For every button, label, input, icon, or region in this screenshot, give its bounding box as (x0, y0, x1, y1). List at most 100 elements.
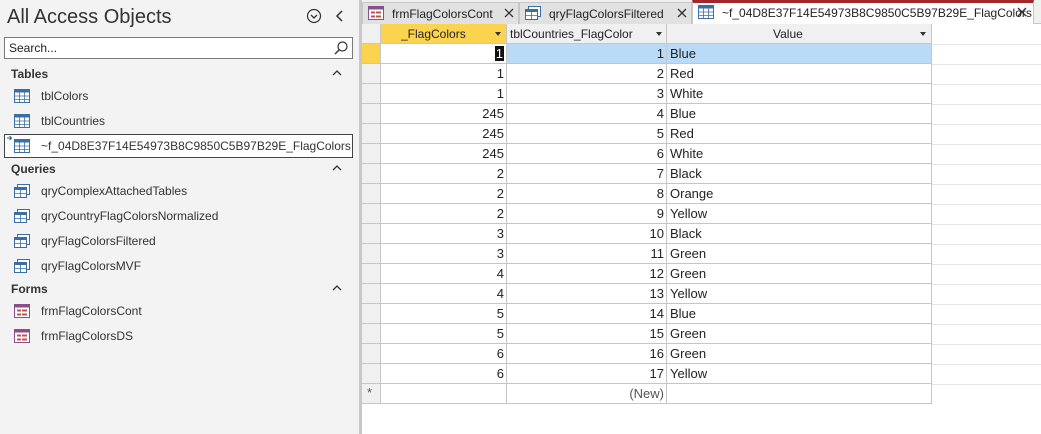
column-header-countries-flagcolor[interactable]: tblCountries_FlagColor (507, 24, 667, 44)
table-row[interactable]: 245 6 White (362, 144, 932, 164)
cell-id[interactable]: (New) (507, 384, 667, 404)
table-row[interactable]: 2 8 Orange (362, 184, 932, 204)
row-selector[interactable] (362, 184, 381, 204)
table-row[interactable]: 4 13 Yellow (362, 284, 932, 304)
cell-flagcolors[interactable]: 3 (381, 224, 507, 244)
dropdown-arrow-icon[interactable] (495, 32, 501, 36)
column-header-value[interactable]: Value (667, 24, 932, 44)
cell-id[interactable]: 15 (507, 324, 667, 344)
chevron-up-icon[interactable] (332, 164, 342, 172)
cell-value[interactable]: Blue (667, 304, 932, 324)
cell-value[interactable]: Yellow (667, 284, 932, 304)
table-row[interactable]: 3 10 Black (362, 224, 932, 244)
cell-flagcolors[interactable] (381, 384, 507, 404)
cell-flagcolors[interactable]: 6 (381, 364, 507, 384)
cell-value[interactable]: Green (667, 264, 932, 284)
table-row[interactable]: 2 7 Black (362, 164, 932, 184)
table-row[interactable]: 6 17 Yellow (362, 364, 932, 384)
table-row[interactable]: 3 11 Green (362, 244, 932, 264)
cell-id[interactable]: 12 (507, 264, 667, 284)
table-row[interactable]: 1 1 Blue (362, 44, 932, 64)
cell-id[interactable]: 3 (507, 84, 667, 104)
cell-id[interactable]: 14 (507, 304, 667, 324)
group-header-tables[interactable]: Tables (0, 64, 359, 84)
table-row[interactable]: 4 12 Green (362, 264, 932, 284)
table-row[interactable]: 1 3 White (362, 84, 932, 104)
cell-value[interactable]: White (667, 144, 932, 164)
table-row[interactable]: 245 5 Red (362, 124, 932, 144)
cell-id[interactable]: 16 (507, 344, 667, 364)
nav-item-flagcolors[interactable]: ~f_04D8E37F14E54973B8C9850C5B97B29E_Flag… (4, 134, 353, 158)
row-selector[interactable] (362, 204, 381, 224)
row-selector[interactable] (362, 84, 381, 104)
row-selector[interactable] (362, 64, 381, 84)
search-icon[interactable] (333, 40, 349, 56)
nav-title[interactable]: All Access Objects (7, 5, 172, 29)
table-row[interactable]: 5 15 Green (362, 324, 932, 344)
row-selector[interactable] (362, 44, 381, 64)
cell-id[interactable]: 17 (507, 364, 667, 384)
nav-item-qrycomplexattachedtables[interactable]: qryComplexAttachedTables (0, 179, 359, 203)
cell-value[interactable]: Yellow (667, 364, 932, 384)
cell-id[interactable]: 4 (507, 104, 667, 124)
chevron-up-icon[interactable] (332, 69, 342, 77)
tab-qryflagcolorsfiltered[interactable]: qryFlagColorsFiltered (519, 2, 692, 24)
cell-flagcolors[interactable]: 245 (381, 144, 507, 164)
row-selector[interactable] (362, 364, 381, 384)
nav-item-qrycountryflagcolorsnormalized[interactable]: qryCountryFlagColorsNormalized (0, 204, 359, 228)
cell-value[interactable]: Green (667, 344, 932, 364)
close-icon[interactable] (502, 6, 516, 20)
cell-id[interactable]: 1 (507, 44, 667, 64)
cell-flagcolors[interactable]: 3 (381, 244, 507, 264)
cell-value[interactable]: Black (667, 224, 932, 244)
cell-id[interactable]: 9 (507, 204, 667, 224)
nav-item-frmflagcolorscont[interactable]: frmFlagColorsCont (0, 299, 359, 323)
new-record-row[interactable]: * (New) (362, 384, 932, 404)
row-selector[interactable] (362, 124, 381, 144)
nav-item-frmflagcolorsds[interactable]: frmFlagColorsDS (0, 324, 359, 348)
nav-item-tblcountries[interactable]: tblCountries (0, 109, 359, 133)
cell-value[interactable]: Green (667, 324, 932, 344)
group-header-forms[interactable]: Forms (0, 279, 359, 299)
cell-flagcolors[interactable]: 1 (381, 44, 507, 64)
cell-id[interactable]: 6 (507, 144, 667, 164)
cell-flagcolors[interactable]: 245 (381, 124, 507, 144)
cell-value[interactable]: Blue (667, 104, 932, 124)
circle-chevron-down-icon[interactable] (306, 8, 322, 24)
cell-flagcolors[interactable]: 2 (381, 164, 507, 184)
cell-flagcolors[interactable]: 1 (381, 84, 507, 104)
cell-id[interactable]: 10 (507, 224, 667, 244)
row-selector[interactable]: * (362, 384, 381, 404)
cell-flagcolors[interactable]: 4 (381, 264, 507, 284)
cell-flagcolors[interactable]: 2 (381, 204, 507, 224)
chevron-left-icon[interactable] (333, 8, 347, 24)
row-selector[interactable] (362, 344, 381, 364)
cell-value[interactable]: Orange (667, 184, 932, 204)
tab-frmflagcolorscont[interactable]: frmFlagColorsCont (362, 2, 519, 24)
cell-id[interactable]: 13 (507, 284, 667, 304)
nav-item-qryflagcolorsmvf[interactable]: qryFlagColorsMVF (0, 254, 359, 278)
nav-item-tblcolors[interactable]: tblColors (0, 84, 359, 108)
row-selector[interactable] (362, 324, 381, 344)
cell-id[interactable]: 2 (507, 64, 667, 84)
chevron-up-icon[interactable] (332, 284, 342, 292)
dropdown-arrow-icon[interactable] (920, 32, 926, 36)
cell-value[interactable]: Yellow (667, 204, 932, 224)
row-selector[interactable] (362, 164, 381, 184)
cell-value[interactable]: Green (667, 244, 932, 264)
cell-value[interactable]: Blue (667, 44, 932, 64)
cell-flagcolors[interactable]: 5 (381, 324, 507, 344)
row-selector[interactable] (362, 244, 381, 264)
nav-item-qryflagcolorsfiltered[interactable]: qryFlagColorsFiltered (0, 229, 359, 253)
cell-flagcolors[interactable]: 1 (381, 64, 507, 84)
search-box[interactable] (4, 37, 353, 59)
select-all-corner[interactable] (362, 24, 381, 44)
row-selector[interactable] (362, 284, 381, 304)
close-icon[interactable] (675, 6, 689, 20)
row-selector[interactable] (362, 264, 381, 284)
cell-id[interactable]: 5 (507, 124, 667, 144)
row-selector[interactable] (362, 304, 381, 324)
row-selector[interactable] (362, 104, 381, 124)
cell-flagcolors[interactable]: 245 (381, 104, 507, 124)
cell-value[interactable]: Red (667, 64, 932, 84)
